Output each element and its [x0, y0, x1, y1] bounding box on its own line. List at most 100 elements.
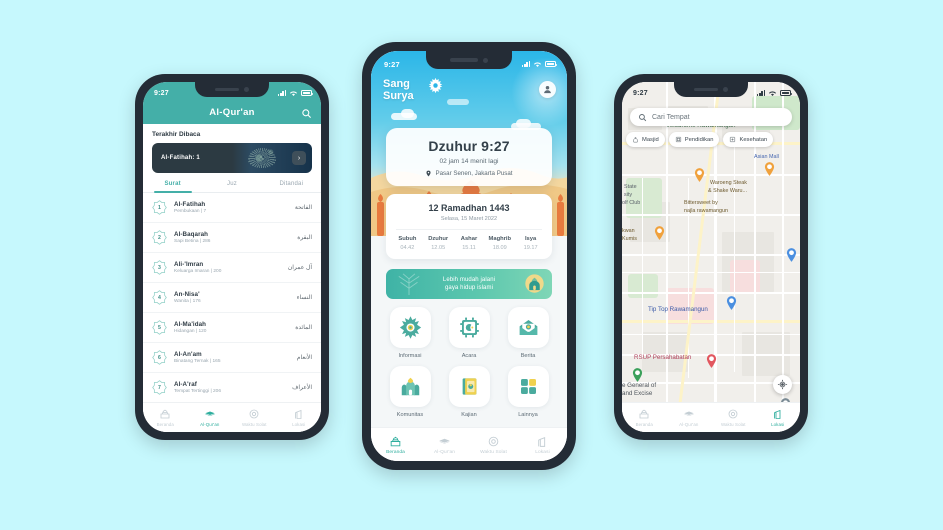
- prayer-name: Ashar: [460, 236, 478, 242]
- surah-meta: Tempat Tertinggi | 206: [174, 389, 222, 395]
- menu-item-lainnya[interactable]: Lainnya: [501, 366, 555, 418]
- surah-row[interactable]: 4 An-Nisa' Wanita | 176 النساء: [143, 283, 321, 313]
- status-time: 9:27: [154, 89, 169, 97]
- surah-row[interactable]: 7 Al-A'raf Tempat Tertinggi | 206 الأعرا…: [143, 373, 321, 403]
- map-pin-store[interactable]: [786, 248, 797, 262]
- cloud: [401, 109, 414, 118]
- search-icon: [639, 113, 647, 121]
- map-label: and Excise: [622, 390, 653, 397]
- menu-item-kajian[interactable]: Kajian: [442, 366, 496, 418]
- promo-banner[interactable]: Lebih mudah jalani gaya hidup islami: [386, 269, 552, 299]
- map-pin-restaurant[interactable]: [654, 226, 665, 240]
- map-pin-park[interactable]: [632, 368, 643, 382]
- nav-item-quran[interactable]: Al-Qur'an: [667, 408, 712, 427]
- status-icons: [278, 90, 314, 97]
- school-icon: [675, 136, 681, 143]
- menu-label: Berita: [520, 353, 536, 359]
- search-bar[interactable]: Cari Tempat: [630, 108, 792, 126]
- wifi-icon: [768, 90, 777, 96]
- map-road-minor: [622, 334, 800, 336]
- surah-row[interactable]: 5 Al-Ma'idah Hidangan | 120 المائدة: [143, 313, 321, 343]
- clock-icon: [728, 409, 738, 419]
- surah-row[interactable]: 2 Al-Baqarah Sapi Betina | 286 البقرة: [143, 223, 321, 253]
- nav-item-lokasi[interactable]: Lokasi: [277, 408, 322, 427]
- chevron-right-icon[interactable]: ›: [292, 151, 306, 165]
- promo-line-2: gaya hidup islami: [444, 285, 494, 291]
- chip-pendidikan[interactable]: Pendidikan: [668, 132, 720, 147]
- menu-item-acara[interactable]: Acara: [442, 307, 496, 359]
- clock-icon: [249, 409, 259, 419]
- nav-item-quran[interactable]: Al-Qur'an: [420, 435, 469, 455]
- location-icon: [773, 409, 781, 419]
- nav-item-beranda[interactable]: Beranda: [371, 435, 420, 455]
- mosque-icon: [401, 377, 419, 396]
- surah-row[interactable]: 1 Al-Fatihah Pembukaan | 7 الفاتحة: [143, 193, 321, 223]
- chip-masjid[interactable]: Masjid: [626, 132, 665, 147]
- prayer-value: 18.09: [492, 245, 507, 251]
- surah-meta: Keluarga Imaran | 200: [174, 269, 222, 275]
- nav-item-lokasi[interactable]: Lokasi: [518, 435, 567, 455]
- nav-item-waktu-solat[interactable]: Waktu Solat: [469, 435, 518, 455]
- map-road-minor: [622, 272, 800, 274]
- book-icon: [462, 378, 476, 395]
- menu-item-komunitas[interactable]: Komunitas: [383, 366, 437, 418]
- nav-item-waktu-solat[interactable]: Waktu Solat: [711, 408, 756, 427]
- surah-meta: Sapi Betina | 286: [174, 239, 211, 245]
- surah-info: Al-Ma'idah Hidangan | 120: [174, 321, 288, 335]
- nav-label: Waktu Solat: [480, 449, 507, 455]
- prayer-value: 19.17: [523, 245, 538, 251]
- screen-quran: 9:27 Al-Qur'an Terakhir Dibaca Al-Fatiha…: [143, 82, 321, 432]
- surah-name: Al-Fatihah: [174, 200, 206, 208]
- tab-juz[interactable]: Juz: [202, 181, 261, 192]
- wifi-icon: [289, 90, 298, 96]
- search-icon[interactable]: [301, 108, 312, 119]
- my-location-button[interactable]: [773, 375, 792, 394]
- map-pin-store[interactable]: [726, 296, 737, 310]
- surah-arabic: المائدة: [295, 325, 312, 331]
- prayer-time-maghrib: Maghrib 18.09: [484, 236, 515, 251]
- surah-row[interactable]: 3 Ali-'Imran Keluarga Imaran | 200 آل عم…: [143, 253, 321, 283]
- avatar[interactable]: [539, 81, 556, 98]
- menu-label: Acara: [461, 353, 477, 359]
- menu-item-berita[interactable]: Berita: [501, 307, 555, 359]
- phone-right-map: Gelanggang Olahraga Velodrome Rawamangun…: [614, 74, 808, 440]
- chip-kesehatan[interactable]: Kesehatan: [723, 132, 774, 147]
- nav-item-beranda[interactable]: Beranda: [622, 408, 667, 427]
- map-pin-restaurant[interactable]: [694, 168, 705, 182]
- nav-label: Beranda: [156, 422, 174, 427]
- hijri-date: 12 Ramadhan 1443: [428, 203, 510, 213]
- promo-text: Lebih mudah jalani gaya hidup islami: [443, 276, 495, 293]
- next-prayer-card: Dzuhur 9:27 02 jam 14 menit lagi Pasar S…: [386, 128, 552, 186]
- map-road-main: [622, 320, 800, 323]
- map-road-minor: [734, 142, 736, 372]
- search-input[interactable]: Cari Tempat: [652, 114, 690, 121]
- nav-item-waktu-solat[interactable]: Waktu Solat: [232, 408, 277, 427]
- map-pin-restaurant[interactable]: [764, 162, 775, 176]
- surah-name: Al-Baqarah: [174, 230, 209, 238]
- cloud: [516, 119, 531, 128]
- last-read-card[interactable]: Al-Fatihah: 1 ›: [152, 143, 312, 173]
- app-brand: Sang Surya: [383, 77, 443, 102]
- location-icon: [538, 436, 546, 447]
- next-prayer-countdown: 02 jam 14 menit lagi: [439, 158, 499, 165]
- phone-left-quran: 9:27 Al-Qur'an Terakhir Dibaca Al-Fatiha…: [135, 74, 329, 440]
- nav-label: Al-Qur'an: [200, 422, 220, 427]
- surah-info: Ali-'Imran Keluarga Imaran | 200: [174, 261, 281, 275]
- bottom-navigation: Beranda Al-Qur'an Waktu Solat Lokasi: [371, 427, 567, 461]
- map-pin-hospital[interactable]: [706, 354, 717, 368]
- nav-item-beranda[interactable]: Beranda: [143, 408, 188, 427]
- map-label: & Shake Waru...: [708, 188, 748, 194]
- map-view[interactable]: Gelanggang Olahraga Velodrome Rawamangun…: [622, 82, 800, 432]
- phone-center-home: 9:27 Sang Surya Dzuhur 9:27 02 jam 14 me…: [362, 42, 576, 470]
- tab-ditandai[interactable]: Ditandai: [262, 181, 321, 192]
- surah-row[interactable]: 6 Al-An'am Binatang Ternak | 165 الأنعام: [143, 343, 321, 373]
- prayer-times-row: Subuh 04.42 Dzuhur 12.05 Ashar 15.11 Mag…: [392, 236, 546, 251]
- clock-icon: [488, 436, 499, 446]
- front-camera: [723, 87, 728, 92]
- nav-item-quran[interactable]: Al-Qur'an: [188, 408, 233, 427]
- prayer-value: 15.11: [462, 245, 476, 251]
- tab-surat[interactable]: Surat: [143, 181, 202, 193]
- menu-item-informasi[interactable]: Informasi: [383, 307, 437, 359]
- nav-item-lokasi[interactable]: Lokasi: [756, 408, 801, 427]
- menu-label: Lainnya: [518, 412, 538, 418]
